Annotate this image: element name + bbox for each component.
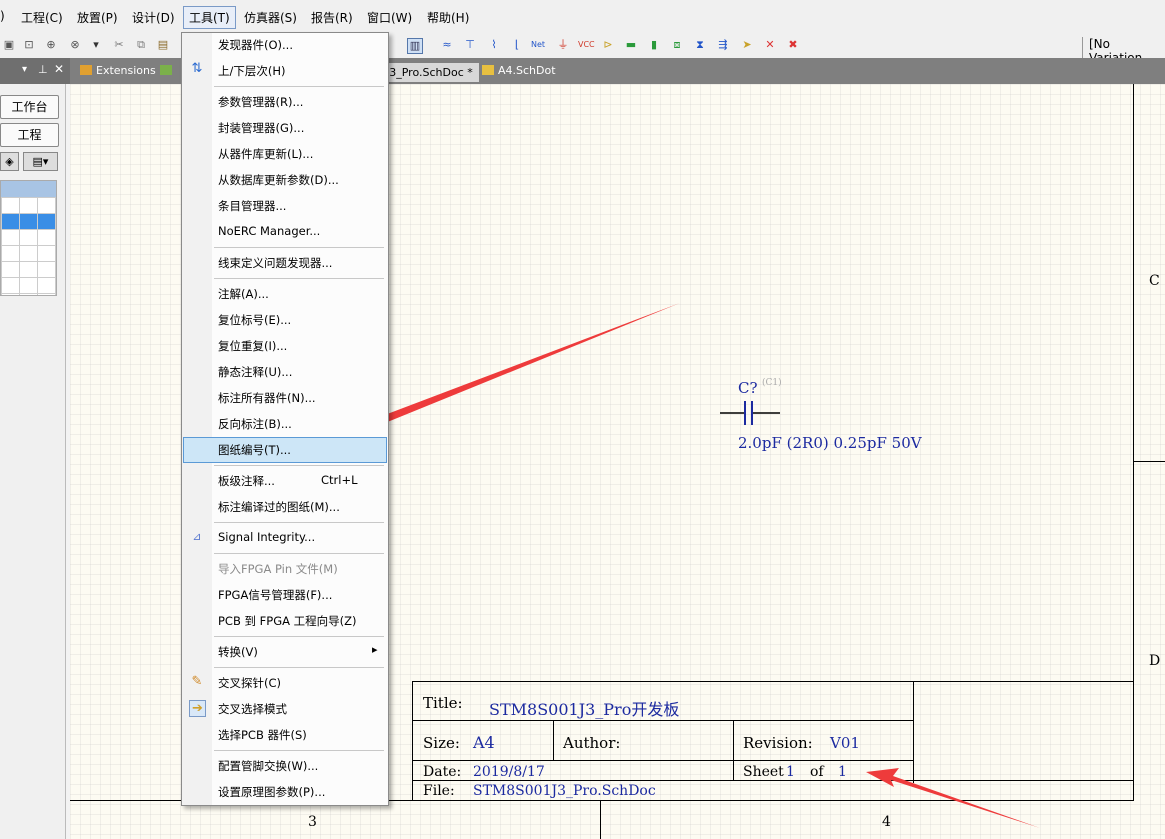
tools-menu: ⇅ ⊿ ✎ ➔ 发现器件(O)... 上/下层次(H) 参数管理器(R)... … — [181, 32, 389, 806]
menu-noerc-manager[interactable]: NoERC Manager... — [218, 224, 320, 238]
menu-update-from-database[interactable]: 从数据库更新参数(D)... — [218, 172, 339, 188]
menu-reset-duplicates[interactable]: 复位重复(I)... — [218, 338, 287, 354]
menu-annotate-compiled-sheets[interactable]: 标注编译过的图纸(M)... — [218, 499, 340, 515]
menu-update-from-library[interactable]: 从器件库更新(L)... — [218, 146, 313, 162]
menu-select-pcb-components[interactable]: 选择PCB 器件(S) — [218, 727, 307, 743]
signal-integrity-icon: ⊿ — [192, 530, 202, 543]
cross-probe-icon: ✎ — [191, 674, 203, 689]
menu-schematic-preferences[interactable]: 设置原理图参数(P)... — [218, 784, 325, 800]
menu-convert[interactable]: 转换(V) — [218, 644, 258, 660]
annotation-arrows — [313, 303, 1040, 828]
menu-import-fpga-pin-file[interactable]: 导入FPGA Pin 文件(M) — [218, 561, 338, 577]
menu-back-annotate[interactable]: 反向标注(B)... — [218, 416, 292, 432]
menu-item-manager[interactable]: 条目管理器... — [218, 198, 286, 214]
menu-harness-problem-finder[interactable]: 线束定义问题发现器... — [218, 255, 332, 271]
submenu-arrow-icon: ▸ — [372, 643, 378, 656]
menu-parameter-manager[interactable]: 参数管理器(R)... — [218, 94, 303, 110]
menu-annotate-all[interactable]: 标注所有器件(N)... — [218, 390, 316, 406]
menu-cross-probe[interactable]: 交叉探针(C) — [218, 675, 281, 691]
arrow-to-sheet-number — [866, 768, 1040, 828]
menu-footprint-manager[interactable]: 封装管理器(G)... — [218, 120, 304, 136]
menu-fpga-signal-manager[interactable]: FPGA信号管理器(F)... — [218, 587, 332, 603]
menu-hierarchy[interactable]: 上/下层次(H) — [218, 63, 286, 79]
up-down-hierarchy-icon: ⇅ — [191, 61, 203, 76]
board-annotate-shortcut: Ctrl+L — [321, 473, 358, 487]
menu-discover-parts[interactable]: 发现器件(O)... — [218, 37, 293, 53]
menu-configure-pin-swapping[interactable]: 配置管脚交换(W)... — [218, 758, 318, 774]
menu-annotate[interactable]: 注解(A)... — [218, 286, 269, 302]
menu-pcb-to-fpga-wizard[interactable]: PCB 到 FPGA 工程向导(Z) — [218, 613, 357, 629]
menu-signal-integrity[interactable]: Signal Integrity... — [218, 530, 315, 544]
cross-select-icon: ➔ — [189, 700, 206, 717]
menu-static-annotate[interactable]: 静态注释(U)... — [218, 364, 292, 380]
menu-reset-designators[interactable]: 复位标号(E)... — [218, 312, 291, 328]
menu-cross-select-mode[interactable]: 交叉选择模式 — [218, 701, 287, 717]
menu-number-sheets[interactable]: 图纸编号(T)... — [218, 442, 291, 458]
menu-board-level-annotate[interactable]: 板级注释... — [218, 473, 275, 489]
